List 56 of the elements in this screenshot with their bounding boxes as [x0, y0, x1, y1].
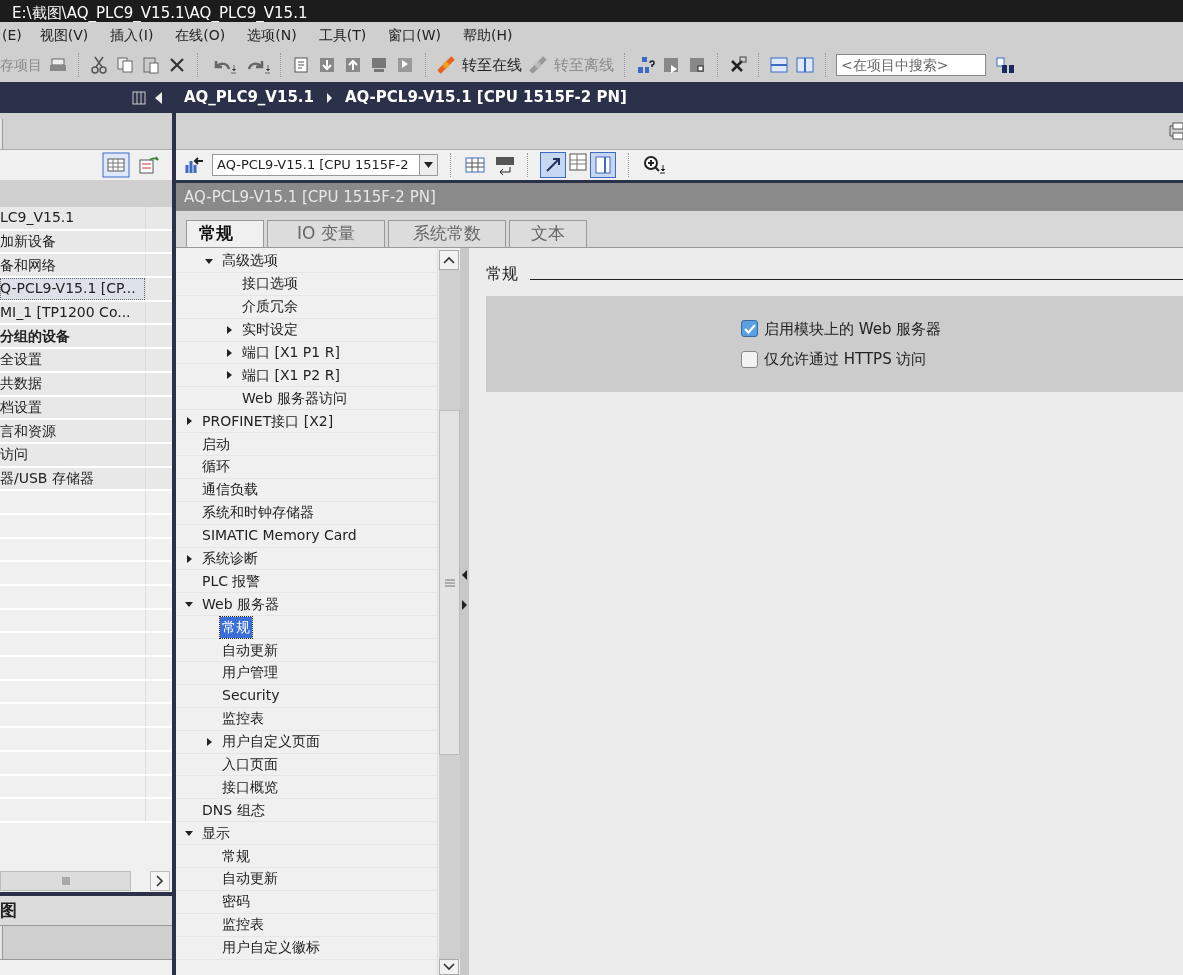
tree-item[interactable]: 实时设定 — [240, 319, 300, 341]
tree-item[interactable]: 用户自定义徽标 — [220, 937, 322, 959]
search-field[interactable]: <在项目中搜索> — [836, 54, 986, 76]
menu-item[interactable]: 视图(V) — [39, 24, 89, 46]
tree-item[interactable]: 端口 [X1 P1 R] — [240, 342, 342, 363]
go-online-button[interactable]: 转至在线 — [462, 53, 522, 77]
tab[interactable]: 常规 — [186, 220, 264, 247]
tree-item[interactable]: 自动更新 — [220, 639, 280, 661]
tree-item[interactable]: 监控表 — [220, 708, 266, 730]
tree-item[interactable]: Security — [220, 685, 282, 707]
menu-item[interactable]: 插入(I) — [110, 24, 154, 46]
tree-item[interactable]: 自动更新 — [220, 868, 280, 890]
tree-item[interactable]: 端口 [X1 P2 R] — [240, 364, 342, 386]
tree-item[interactable]: 接口概览 — [220, 776, 280, 798]
tree-item[interactable]: DNS 组态 — [200, 799, 267, 821]
tree-item[interactable]: SIMATIC Memory Card — [200, 525, 359, 547]
device-dropdown[interactable]: AQ-PCL9-V15.1 [CPU 1515F-2 — [212, 154, 438, 176]
breadcrumb-item[interactable]: AQ-PCL9-V15.1 [CPU 1515F-2 PN] — [345, 86, 627, 109]
tree-item[interactable]: PLC 报警 — [200, 570, 263, 592]
breadcrumb-item[interactable]: AQ_PLC9_V15.1 — [184, 86, 314, 109]
menu-item[interactable]: 窗口(W) — [388, 24, 441, 46]
tab[interactable]: 系统常数 — [388, 220, 506, 247]
checkbox-label[interactable]: 启用模块上的 Web 服务器 — [764, 317, 942, 340]
window-title: E:\截图\AQ_PLC9_V15.1\AQ_PLC9_V15.1 — [12, 4, 308, 22]
tree-item[interactable]: 通信负载 — [200, 479, 260, 501]
tree-item[interactable]: 用户管理 — [220, 662, 280, 684]
tree-item[interactable]: 介质冗余 — [240, 296, 300, 318]
tree-item[interactable]: 循环 — [200, 456, 232, 478]
device-dropdown-value: AQ-PCL9-V15.1 [CPU 1515F-2 — [217, 156, 409, 175]
project-tree-item[interactable]: Q-PCL9-V15.1 [CP... — [0, 278, 145, 300]
section-title: 常规 — [486, 263, 518, 285]
tree-item[interactable]: 入口页面 — [220, 754, 280, 776]
tree-item[interactable]: 用户自定义页面 — [220, 731, 322, 753]
tab[interactable]: 文本 — [509, 220, 587, 247]
details-view-title: 图 — [0, 898, 17, 922]
tree-item[interactable]: 常规 — [220, 616, 252, 638]
tree-item[interactable]: 启动 — [200, 433, 232, 455]
menu-item[interactable]: 在线(O) — [175, 24, 226, 46]
tree-item[interactable]: 密码 — [220, 891, 252, 913]
menu-item[interactable]: 选项(N) — [247, 24, 297, 46]
tree-item[interactable]: Web 服务器访问 — [240, 387, 349, 409]
tree-item[interactable]: 显示 — [200, 822, 232, 844]
menu-item[interactable]: 工具(T) — [318, 24, 367, 46]
checkbox-label[interactable]: 仅允许通过 HTTPS 访问 — [764, 348, 927, 371]
tree-item[interactable]: 高级选项 — [220, 250, 280, 272]
inspector-title: AQ-PCL9-V15.1 [CPU 1515F-2 PN] — [184, 186, 436, 208]
tree-item[interactable]: 常规 — [220, 845, 252, 867]
tree-item[interactable]: Web 服务器 — [200, 593, 281, 615]
tree-item[interactable]: 监控表 — [220, 914, 266, 936]
tree-item[interactable]: PROFINET接口 [X2] — [200, 410, 336, 432]
tab[interactable]: IO 变量 — [267, 220, 385, 247]
tree-item[interactable]: 系统诊断 — [200, 548, 260, 569]
tree-item[interactable]: 系统和时钟存储器 — [200, 502, 316, 524]
menu-item[interactable]: (E) — [2, 24, 22, 46]
menu-item[interactable]: 帮助(H) — [463, 24, 513, 46]
tree-item[interactable]: 接口选项 — [240, 273, 300, 295]
